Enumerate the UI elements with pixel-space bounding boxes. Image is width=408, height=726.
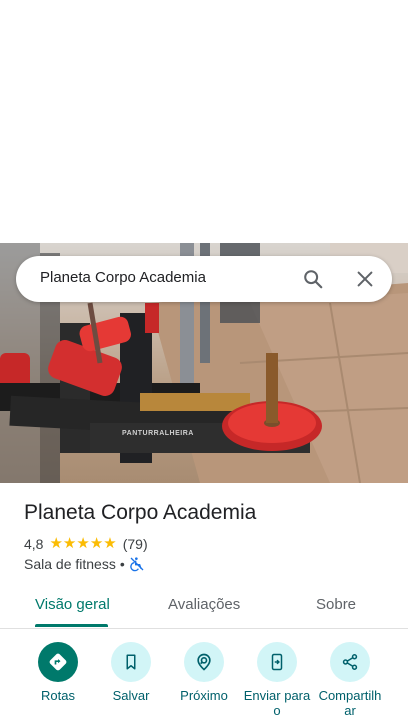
star-icon: ★ (76, 535, 90, 552)
send-to-phone-icon (257, 642, 297, 682)
map-blank-area (0, 0, 408, 243)
tab-reviews[interactable]: Avaliações (168, 596, 240, 613)
tab-overview[interactable]: Visão geral (35, 596, 110, 613)
nearby-label: Próximo (180, 688, 228, 703)
nearby-button[interactable]: Próximo (164, 640, 244, 703)
separator: • (119, 556, 125, 572)
send-to-phone-button[interactable]: Enviar para o (237, 640, 317, 718)
place-category: Sala de fitness (24, 556, 116, 572)
wheelchair-inaccessible-icon (129, 556, 145, 572)
share-button[interactable]: Compartilhar (310, 640, 390, 718)
rating-stars: ★ ★ ★ ★ ★ (49, 535, 117, 552)
star-icon: ★ (49, 535, 63, 552)
equipment-brand-text: PANTURRALHEIRA (122, 430, 194, 437)
rating-row[interactable]: 4,8 ★ ★ ★ ★ ★ (79) (24, 536, 148, 552)
rating-value: 4,8 (24, 536, 44, 552)
save-label: Salvar (112, 688, 150, 703)
review-count: (79) (122, 536, 148, 552)
action-bar: Rotas Salvar Próximo Enviar para o Compa… (0, 640, 408, 726)
send-to-phone-label: Enviar para o (243, 688, 311, 718)
search-bar[interactable]: Planeta Corpo Academia (16, 256, 392, 302)
place-title: Planeta Corpo Academia (24, 501, 257, 524)
star-icon: ★ (103, 535, 117, 552)
save-button[interactable]: Salvar (91, 640, 171, 703)
category-row: Sala de fitness • (24, 556, 145, 572)
search-input[interactable]: Planeta Corpo Academia (40, 269, 206, 286)
directions-icon (38, 642, 78, 682)
nearby-icon (184, 642, 224, 682)
star-icon: ★ (62, 535, 77, 552)
directions-label: Rotas (41, 688, 75, 703)
bookmark-icon (111, 642, 151, 682)
active-tab-indicator (35, 624, 108, 627)
tab-about[interactable]: Sobre (316, 596, 356, 613)
share-label: Compartilhar (318, 688, 382, 718)
search-icon[interactable] (302, 268, 324, 290)
share-icon (330, 642, 370, 682)
close-icon[interactable] (354, 268, 376, 290)
directions-button[interactable]: Rotas (18, 640, 98, 703)
star-icon: ★ (89, 535, 104, 552)
place-tabs: Visão geral Avaliações Sobre (0, 588, 408, 629)
